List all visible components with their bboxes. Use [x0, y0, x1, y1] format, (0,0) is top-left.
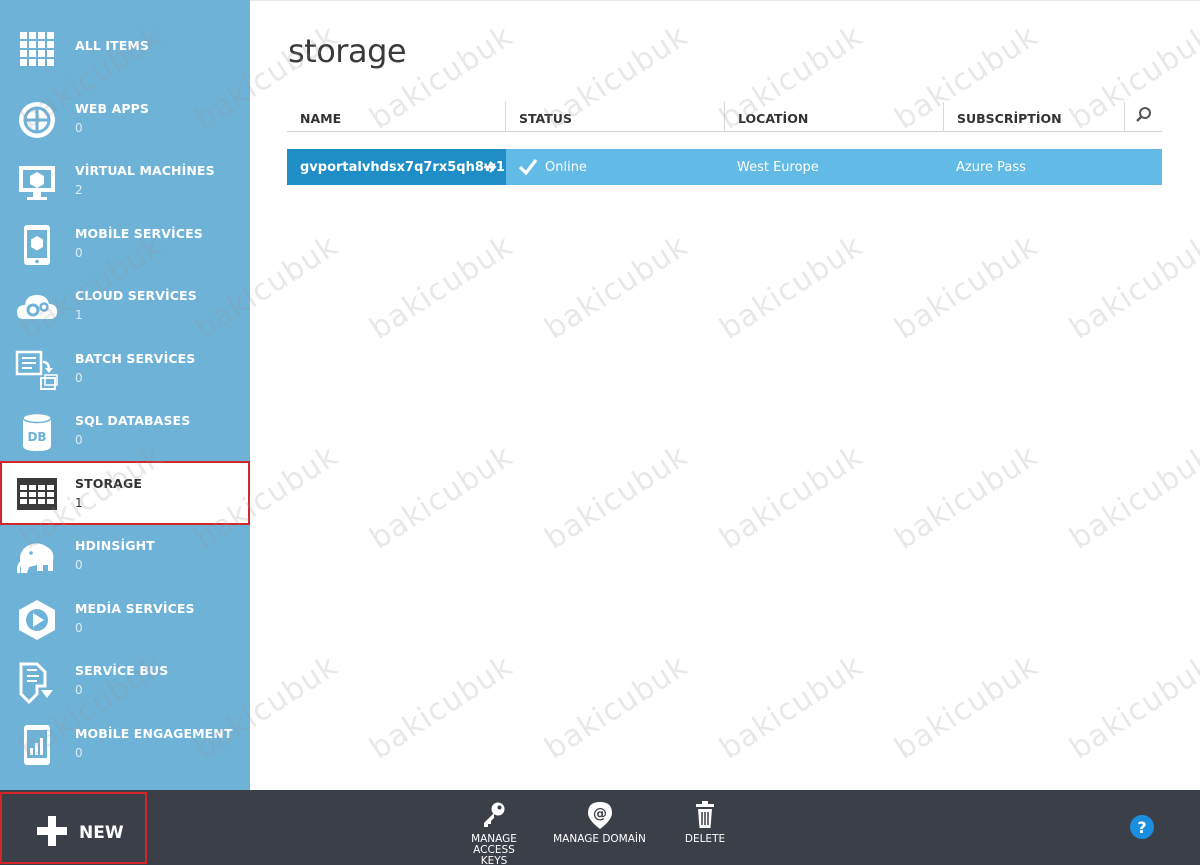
command-label: MANAGE ACCESS	[471, 833, 517, 856]
help-icon: ?	[1137, 817, 1147, 837]
sidebar-item-label: ALL ITEMS	[75, 38, 150, 53]
key-icon	[480, 800, 508, 830]
manage-access-keys-button[interactable]: MANAGE ACCESS KEYS	[449, 800, 539, 865]
table-row[interactable]: gvportalvhdsx7q7rx5qh8w1 Online West Eur…	[287, 149, 1162, 185]
plus-icon	[37, 816, 67, 846]
phone-icon	[14, 222, 60, 268]
trash-icon	[691, 800, 719, 830]
checkmark-icon	[518, 158, 538, 180]
database-icon: DB	[14, 409, 60, 455]
delete-button[interactable]: DELETE	[675, 800, 735, 845]
sidebar-item-count: 2	[75, 183, 83, 197]
sidebar-item-mobile-engagement[interactable]: MOBİLE ENGAGEMENT 0	[0, 712, 250, 774]
at-sign-icon: @	[586, 800, 614, 830]
column-header-location[interactable]: LOCATİON	[725, 102, 944, 132]
mobile-engagement-icon	[14, 722, 60, 768]
page-title: storage	[288, 32, 407, 70]
cell-name[interactable]: gvportalvhdsx7q7rx5qh8w1	[287, 149, 506, 185]
media-play-icon	[14, 597, 60, 643]
sidebar: ALL ITEMS WEB APPS 0 VİRTUAL MACHİNES 2 …	[0, 0, 250, 790]
cell-subscription: Azure Pass	[956, 160, 1026, 175]
sidebar-item-count: 0	[75, 433, 83, 447]
new-button[interactable]: NEW	[0, 792, 147, 864]
service-bus-icon	[14, 659, 60, 705]
sidebar-item-label: HDINSİGHT	[75, 538, 155, 553]
grid-header: NAME STATUS LOCATİON SUBSCRİPTİON	[287, 102, 1162, 132]
grid-icon	[14, 26, 60, 72]
globe-icon	[14, 97, 60, 143]
sidebar-item-storage[interactable]: STORAGE 1	[0, 461, 250, 525]
storage-account-name[interactable]: gvportalvhdsx7q7rx5qh8w1	[300, 160, 505, 175]
column-header-status[interactable]: STATUS	[506, 102, 725, 132]
sidebar-item-service-bus[interactable]: SERVİCE BUS 0	[0, 649, 250, 711]
sidebar-item-mobile-services[interactable]: MOBİLE SERVİCES 0	[0, 212, 250, 274]
sidebar-item-label: MOBİLE SERVİCES	[75, 226, 203, 241]
sidebar-item-label: MEDİA SERVİCES	[75, 601, 195, 616]
arrow-right-icon[interactable]	[482, 159, 498, 175]
storage-table-icon	[14, 471, 60, 517]
sidebar-item-label: BATCH SERVİCES	[75, 351, 196, 366]
sidebar-item-count: 0	[75, 746, 83, 760]
sidebar-item-count: 0	[75, 371, 83, 385]
command-bar: NEW MANAGE ACCESS KEYS @ MANAGE DOMAİN D…	[0, 790, 1200, 865]
sidebar-item-count: 0	[75, 121, 83, 135]
sidebar-item-virtual-machines[interactable]: VİRTUAL MACHİNES 2	[0, 149, 250, 211]
sidebar-item-all-items[interactable]: ALL ITEMS	[0, 16, 250, 78]
cloud-gear-icon	[14, 284, 60, 330]
column-header-subscription[interactable]: SUBSCRİPTİON	[944, 102, 1125, 132]
cell-status: Online	[518, 149, 718, 185]
svg-text:DB: DB	[27, 430, 46, 444]
elephant-icon	[14, 534, 60, 580]
manage-domain-button[interactable]: @ MANAGE DOMAİN	[552, 800, 647, 845]
svg-text:@: @	[593, 806, 607, 822]
command-label: MANAGE DOMAİN	[553, 833, 646, 845]
command-label: KEYS	[480, 855, 508, 865]
sidebar-item-sql-databases[interactable]: DB SQL DATABASES 0	[0, 399, 250, 461]
new-label: NEW	[79, 823, 124, 843]
status-text: Online	[545, 160, 587, 175]
sidebar-item-count: 0	[75, 558, 83, 572]
sidebar-item-label: STORAGE	[75, 476, 142, 491]
sidebar-item-hdinsight[interactable]: HDINSİGHT 0	[0, 524, 250, 586]
sidebar-item-count: 1	[75, 496, 83, 510]
sidebar-item-label: VİRTUAL MACHİNES	[75, 163, 215, 178]
sidebar-item-media-services[interactable]: MEDİA SERVİCES 0	[0, 587, 250, 649]
sidebar-item-label: CLOUD SERVİCES	[75, 288, 197, 303]
sidebar-item-count: 0	[75, 246, 83, 260]
sidebar-item-count: 0	[75, 683, 83, 697]
sidebar-item-batch-services[interactable]: BATCH SERVİCES 0	[0, 337, 250, 399]
sidebar-item-label: SERVİCE BUS	[75, 663, 169, 678]
column-header-name[interactable]: NAME	[287, 102, 506, 132]
top-divider	[250, 0, 1200, 1]
sidebar-item-label: SQL DATABASES	[75, 413, 191, 428]
sidebar-item-count: 1	[75, 308, 83, 322]
sidebar-item-label: MOBİLE ENGAGEMENT	[75, 726, 233, 741]
sidebar-item-cloud-services[interactable]: CLOUD SERVİCES 1	[0, 274, 250, 336]
sidebar-item-web-apps[interactable]: WEB APPS 0	[0, 87, 250, 149]
search-button[interactable]	[1125, 102, 1162, 132]
help-button[interactable]: ?	[1130, 815, 1154, 839]
batch-icon	[14, 347, 60, 393]
monitor-icon	[14, 159, 60, 205]
sidebar-item-count: 0	[75, 621, 83, 635]
command-label: DELETE	[684, 833, 726, 845]
sidebar-item-label: WEB APPS	[75, 101, 150, 116]
search-icon	[1135, 106, 1153, 129]
cell-location: West Europe	[737, 160, 819, 175]
